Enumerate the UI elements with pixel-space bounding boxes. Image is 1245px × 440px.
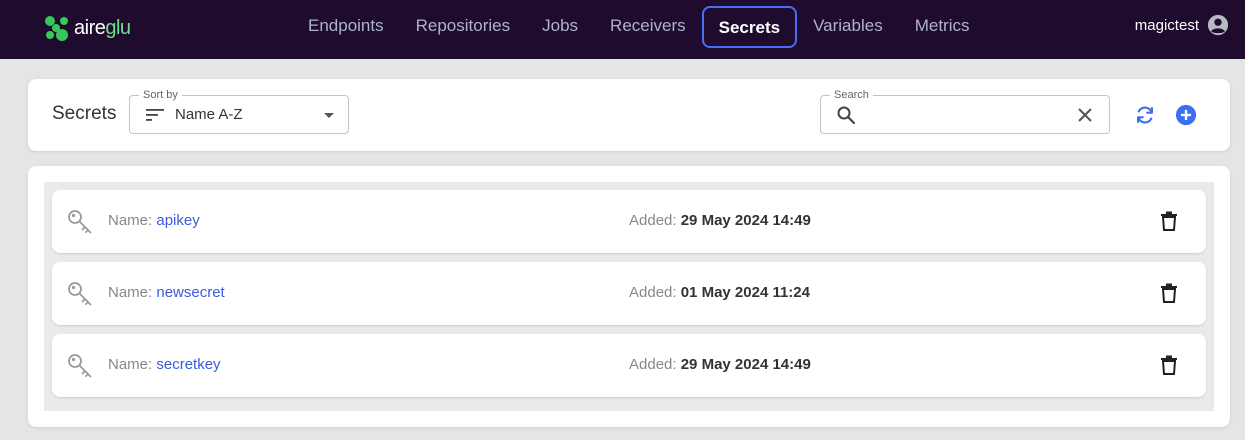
secret-added: Added: 29 May 2024 14:49 bbox=[629, 212, 811, 229]
name-value[interactable]: apikey bbox=[156, 212, 199, 229]
name-label: Name: bbox=[108, 284, 157, 301]
user-name: magictest bbox=[1134, 16, 1199, 34]
added-label: Added: bbox=[629, 212, 681, 229]
search-legend: Search bbox=[830, 88, 873, 102]
added-value: 01 May 2024 11:24 bbox=[680, 284, 810, 301]
name-label: Name: bbox=[108, 356, 157, 373]
aireglu-logo[interactable]: aireglu bbox=[42, 11, 131, 45]
name-value[interactable]: newsecret bbox=[156, 284, 224, 301]
sort-select[interactable]: Sort by Name A-Z bbox=[129, 88, 349, 134]
clear-search-icon[interactable] bbox=[1077, 107, 1093, 128]
toolbar-card: Secrets Sort by Name A-Z Search bbox=[28, 79, 1230, 151]
nav-endpoints[interactable]: Endpoints bbox=[292, 6, 400, 48]
added-label: Added: bbox=[629, 284, 681, 301]
nav-variables[interactable]: Variables bbox=[797, 6, 899, 48]
user-menu[interactable]: magictest bbox=[1135, 14, 1229, 36]
added-label: Added: bbox=[629, 356, 681, 373]
logo-wordmark: aireglu bbox=[74, 17, 131, 40]
search-field: Search bbox=[820, 88, 1110, 134]
nav-metrics[interactable]: Metrics bbox=[899, 6, 986, 48]
logo-prefix: aire bbox=[74, 16, 106, 39]
page-title: Secrets bbox=[52, 103, 117, 124]
secrets-list-card: Name: apikey Added: 29 May 2024 14:49 Na… bbox=[28, 166, 1230, 427]
delete-icon[interactable] bbox=[1160, 211, 1178, 236]
secret-row[interactable]: Name: newsecret Added: 01 May 2024 11:24 bbox=[52, 262, 1206, 325]
delete-icon[interactable] bbox=[1160, 283, 1178, 308]
secret-added: Added: 01 May 2024 11:24 bbox=[629, 284, 810, 301]
main-nav: Endpoints Repositories Jobs Receivers Se… bbox=[292, 6, 985, 48]
sort-value: Name A-Z bbox=[175, 106, 243, 123]
sort-lines-icon bbox=[146, 108, 164, 127]
nav-jobs[interactable]: Jobs bbox=[526, 6, 594, 48]
secret-added: Added: 29 May 2024 14:49 bbox=[629, 356, 811, 373]
name-label: Name: bbox=[108, 212, 157, 229]
nav-secrets[interactable]: Secrets bbox=[701, 6, 798, 48]
top-navigation-bar: aireglu Endpoints Repositories Jobs Rece… bbox=[0, 0, 1245, 59]
key-icon bbox=[67, 353, 93, 384]
delete-icon[interactable] bbox=[1160, 355, 1178, 380]
sort-legend: Sort by bbox=[139, 88, 182, 102]
account-circle-icon bbox=[1207, 14, 1229, 36]
secrets-list: Name: apikey Added: 29 May 2024 14:49 Na… bbox=[44, 182, 1214, 411]
name-value[interactable]: secretkey bbox=[156, 356, 220, 373]
chevron-down-icon bbox=[324, 113, 334, 118]
logo-suffix: glu bbox=[105, 16, 131, 39]
secret-name: Name: newsecret bbox=[108, 284, 225, 301]
search-icon bbox=[837, 106, 856, 129]
nav-receivers[interactable]: Receivers bbox=[594, 6, 702, 48]
secret-name: Name: apikey bbox=[108, 212, 200, 229]
key-icon bbox=[67, 281, 93, 312]
secret-row[interactable]: Name: secretkey Added: 29 May 2024 14:49 bbox=[52, 334, 1206, 397]
add-circle-icon[interactable] bbox=[1175, 104, 1197, 131]
secret-name: Name: secretkey bbox=[108, 356, 221, 373]
added-value: 29 May 2024 14:49 bbox=[680, 212, 811, 229]
secret-row[interactable]: Name: apikey Added: 29 May 2024 14:49 bbox=[52, 190, 1206, 253]
logo-mark-icon bbox=[45, 16, 68, 41]
nav-repositories[interactable]: Repositories bbox=[400, 6, 527, 48]
key-icon bbox=[67, 209, 93, 240]
search-input[interactable] bbox=[865, 102, 1055, 128]
added-value: 29 May 2024 14:49 bbox=[680, 356, 811, 373]
refresh-icon[interactable] bbox=[1134, 104, 1156, 131]
